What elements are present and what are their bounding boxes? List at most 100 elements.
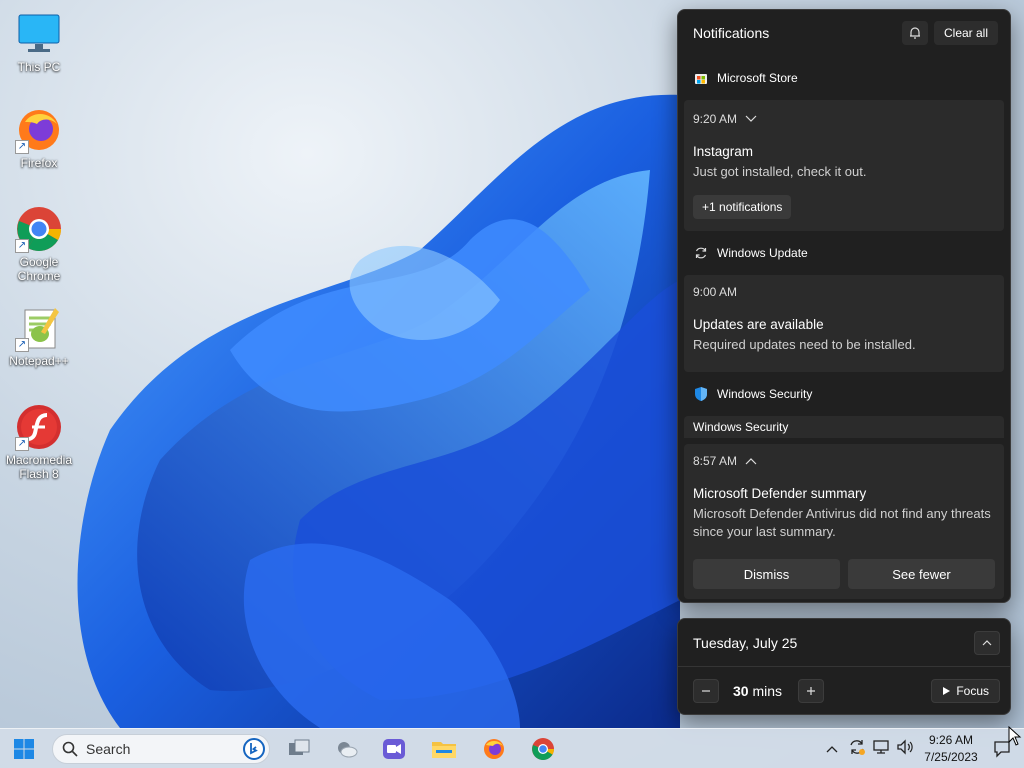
notification-body: Just got installed, check it out. bbox=[693, 164, 867, 179]
system-tray bbox=[826, 729, 914, 768]
search-placeholder: Search bbox=[86, 741, 131, 757]
chevron-up-icon[interactable] bbox=[826, 740, 838, 758]
do-not-disturb-button[interactable] bbox=[901, 21, 928, 45]
network-icon[interactable] bbox=[872, 738, 890, 761]
sync-icon bbox=[693, 245, 709, 261]
firefox-icon bbox=[484, 739, 504, 759]
notification-time-row: 8:57 AM bbox=[693, 444, 995, 478]
notification-header: Notifications Clear all bbox=[678, 10, 1010, 56]
chrome-icon: ↗ bbox=[15, 205, 63, 253]
volume-icon[interactable] bbox=[896, 738, 914, 761]
clear-all-button[interactable]: Clear all bbox=[933, 21, 998, 45]
notification-time-row: 9:20 AM bbox=[693, 102, 995, 136]
see-fewer-button[interactable]: See fewer bbox=[848, 559, 995, 589]
shortcut-arrow-icon: ↗ bbox=[15, 239, 29, 253]
notification-center: Notifications Clear all Microsoft Store … bbox=[677, 9, 1011, 603]
notification-time: 9:20 AM bbox=[693, 112, 738, 126]
chevron-down-icon[interactable] bbox=[745, 112, 757, 126]
focus-decrease-button[interactable] bbox=[693, 679, 719, 703]
desktop-icon-this-pc[interactable]: This PC bbox=[1, 10, 77, 74]
task-view-button[interactable] bbox=[285, 735, 313, 763]
chevron-up-icon[interactable] bbox=[745, 454, 757, 468]
task-view-icon bbox=[289, 739, 310, 755]
shortcut-arrow-icon: ↗ bbox=[15, 437, 29, 451]
app-group-name: Windows Security bbox=[717, 387, 813, 401]
desktop-icon-label: Notepad++ bbox=[9, 354, 69, 368]
app-group-header-microsoft-store: Microsoft Store bbox=[678, 56, 1010, 100]
notepad-plus-plus-icon: ↗ bbox=[15, 304, 63, 352]
plus-icon bbox=[807, 687, 816, 695]
shield-icon bbox=[693, 386, 709, 402]
taskbar-search-box[interactable]: Search bbox=[52, 734, 270, 764]
app-group-header-windows-security: Windows Security bbox=[678, 372, 1010, 416]
notification-title-text: Updates are available bbox=[693, 317, 824, 332]
desktop-icon-label: Firefox bbox=[20, 156, 58, 170]
firefox-icon: ↗ bbox=[15, 106, 63, 154]
focus-row: 30 mins Focus bbox=[678, 667, 1010, 715]
notification-sublabel: Windows Security bbox=[684, 416, 1004, 438]
notification-title-text: Microsoft Defender summary bbox=[693, 486, 867, 501]
notification-time-row: 9:00 AM bbox=[693, 275, 995, 309]
start-button[interactable] bbox=[10, 735, 38, 763]
notification-card[interactable]: 9:20 AM Instagram Just got installed, ch… bbox=[684, 100, 1004, 231]
chrome-taskbar-button[interactable] bbox=[529, 735, 557, 763]
focus-increase-button[interactable] bbox=[798, 679, 825, 703]
notification-time: 9:00 AM bbox=[693, 285, 738, 299]
desktop-icon-label: This PC bbox=[17, 60, 61, 74]
update-sync-icon[interactable] bbox=[848, 738, 866, 761]
desktop-icon-google-chrome[interactable]: ↗ Google Chrome bbox=[1, 205, 77, 283]
app-group-header-windows-update: Windows Update bbox=[678, 231, 1010, 275]
notification-card[interactable]: 9:00 AM Updates are available Required u… bbox=[684, 275, 1004, 372]
desktop-icon-label: Google Chrome bbox=[17, 255, 61, 283]
desktop-icon-macromedia-flash-8[interactable]: ↗ Macromedia Flash 8 bbox=[1, 403, 77, 481]
expand-calendar-button[interactable] bbox=[974, 630, 1000, 655]
notification-body: Required updates need to be installed. bbox=[693, 337, 916, 352]
play-icon bbox=[943, 687, 951, 695]
calendar-date: Tuesday, July 25 bbox=[693, 634, 798, 651]
dismiss-button[interactable]: Dismiss bbox=[693, 559, 840, 589]
firefox-taskbar-button[interactable] bbox=[480, 735, 508, 763]
clock-date: 7/25/2023 bbox=[924, 750, 978, 764]
microsoft-store-icon bbox=[693, 70, 709, 86]
shortcut-arrow-icon: ↗ bbox=[15, 140, 29, 154]
monitor-icon bbox=[15, 10, 63, 58]
minus-icon bbox=[702, 690, 710, 692]
bing-icon bbox=[243, 738, 265, 760]
notification-title-text: Instagram bbox=[693, 144, 754, 159]
clock-time: 9:26 AM bbox=[928, 733, 974, 747]
calendar-header: Tuesday, July 25 bbox=[678, 619, 1010, 667]
windows-logo-icon bbox=[14, 739, 34, 759]
chevron-up-icon bbox=[982, 639, 992, 645]
teams-chat-button[interactable] bbox=[380, 735, 408, 763]
desktop-icon-firefox[interactable]: ↗ Firefox bbox=[1, 106, 77, 170]
notification-actions: Dismiss See fewer bbox=[693, 559, 995, 589]
app-group-name: Windows Update bbox=[717, 246, 808, 260]
taskbar-clock[interactable]: 9:26 AM 7/25/2023 bbox=[918, 732, 984, 766]
weather-cloud-icon bbox=[338, 742, 358, 758]
focus-start-button[interactable]: Focus bbox=[931, 679, 1000, 703]
desktop-icon-notepad-plus-plus[interactable]: ↗ Notepad++ bbox=[1, 304, 77, 368]
more-notifications-button[interactable]: +1 notifications bbox=[693, 195, 792, 219]
app-group-name: Microsoft Store bbox=[717, 71, 798, 85]
focus-start-label: Focus bbox=[956, 684, 989, 698]
focus-duration-value: 30 bbox=[733, 683, 749, 699]
calendar-panel: Tuesday, July 25 30 mins Focus bbox=[677, 618, 1011, 715]
chrome-icon bbox=[532, 738, 554, 760]
flash-icon: ↗ bbox=[15, 403, 63, 451]
notification-body: Microsoft Defender Antivirus did not fin… bbox=[693, 506, 991, 539]
shortcut-arrow-icon: ↗ bbox=[15, 338, 29, 352]
notification-title: Notifications bbox=[693, 25, 770, 41]
notification-time: 8:57 AM bbox=[693, 454, 738, 468]
focus-duration-unit: mins bbox=[752, 683, 783, 699]
bell-snooze-icon bbox=[909, 27, 920, 39]
folder-icon bbox=[432, 742, 456, 758]
video-camera-icon bbox=[383, 739, 405, 759]
mouse-cursor-icon bbox=[1008, 726, 1022, 746]
notification-card[interactable]: 8:57 AM Microsoft Defender summary Micro… bbox=[684, 444, 1004, 599]
focus-duration: 30 mins bbox=[733, 683, 782, 699]
widgets-button[interactable] bbox=[333, 735, 361, 763]
taskbar: Search 9:26 AM 7/25/2023 bbox=[0, 728, 1024, 768]
desktop-icon-label: Macromedia Flash 8 bbox=[5, 453, 73, 481]
search-icon bbox=[62, 741, 78, 757]
file-explorer-button[interactable] bbox=[430, 735, 458, 763]
